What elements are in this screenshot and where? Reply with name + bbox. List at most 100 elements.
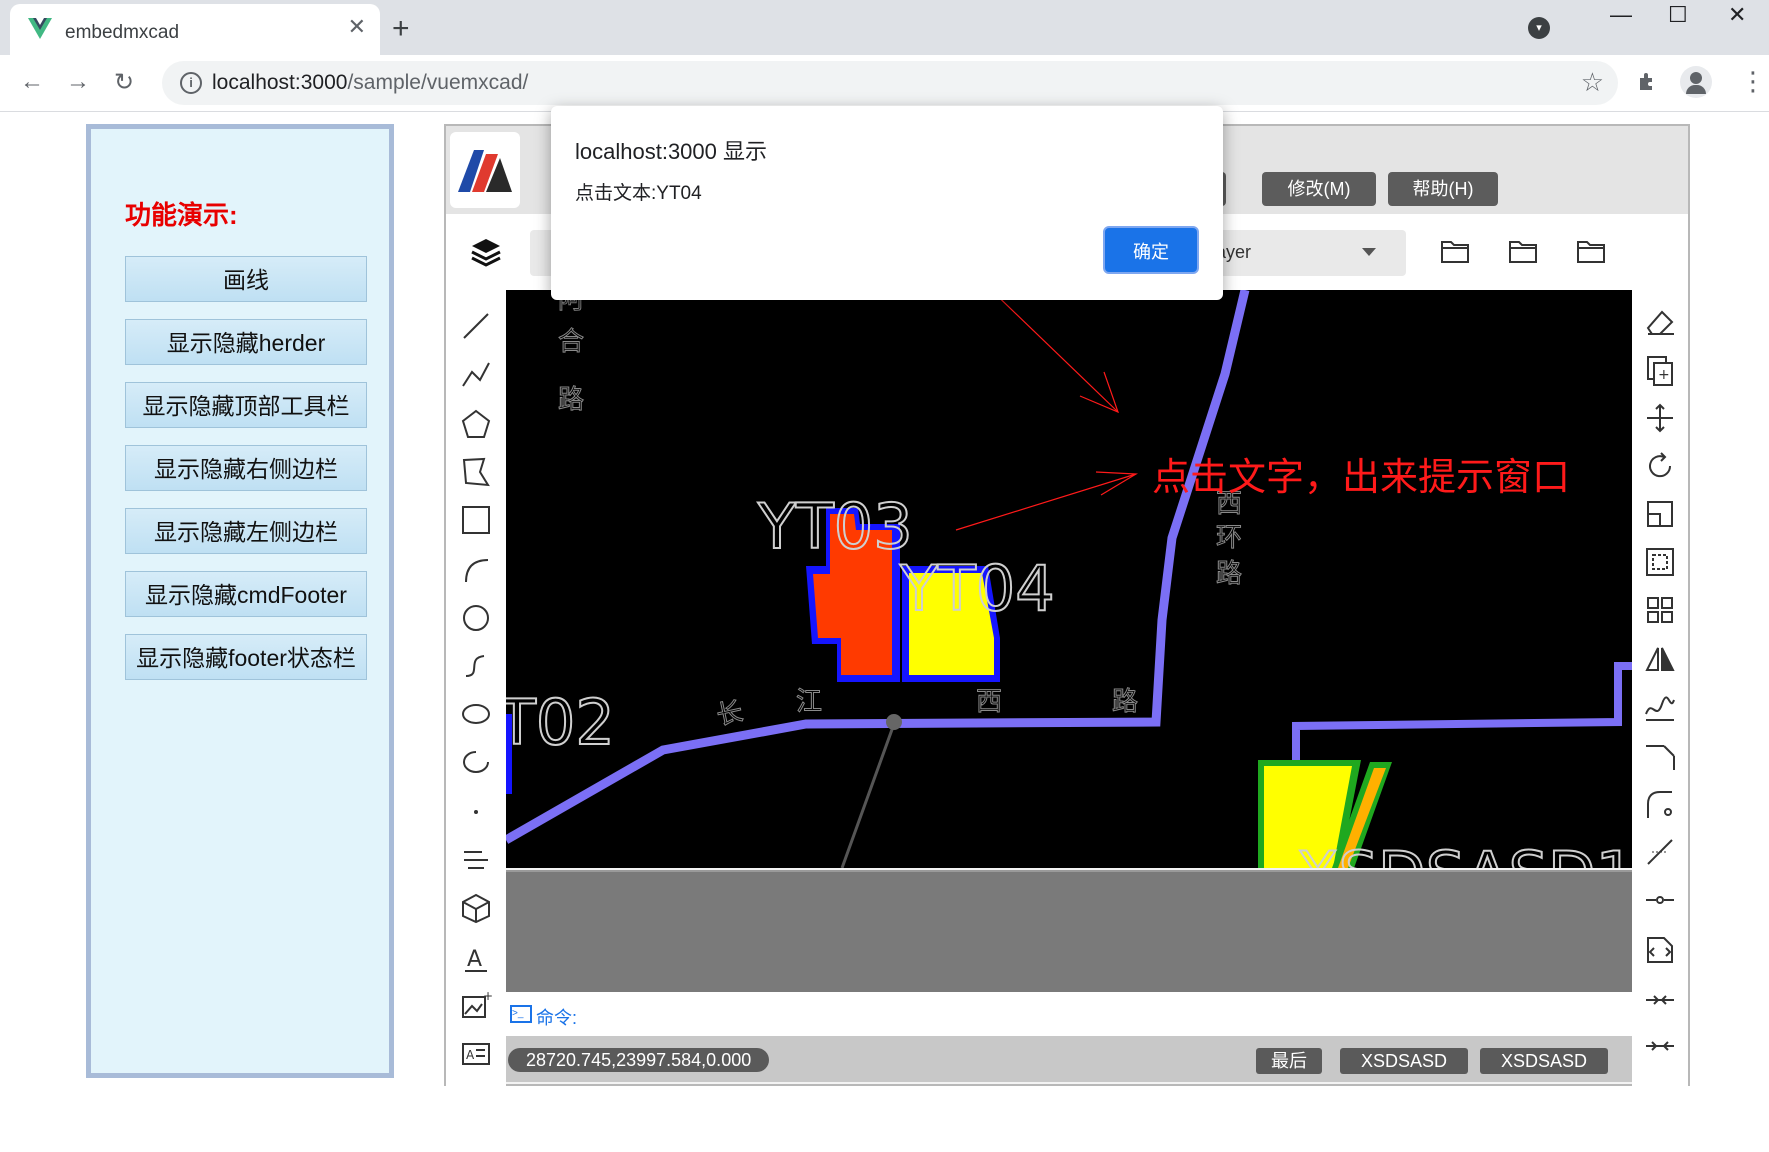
toggle-cmd-footer-button[interactable]: 显示隐藏cmdFooter (125, 571, 367, 617)
mtext-tool-icon[interactable]: A (460, 1038, 492, 1070)
hatch-tool-icon[interactable] (460, 844, 492, 876)
svg-text:A: A (467, 947, 482, 972)
url-host: localhost:3000 (212, 71, 348, 94)
label-xsd[interactable]: XSDSASD1 (1295, 837, 1632, 868)
stretch-tool-icon[interactable] (1644, 1030, 1676, 1062)
label-yt04[interactable]: YT04 (898, 551, 1056, 626)
folder-save-icon[interactable] (1508, 238, 1538, 269)
road-left-char-3: 路 (558, 385, 584, 415)
freeform-tool-icon[interactable] (460, 456, 492, 488)
tab-close-icon[interactable]: ✕ (348, 14, 366, 40)
join-tool-icon[interactable] (1644, 884, 1676, 916)
road-lines (506, 290, 1632, 868)
ellipse-arc-tool-icon[interactable] (460, 746, 492, 778)
browser-tab[interactable]: embedmxcad ✕ (10, 4, 380, 55)
status-button-1[interactable]: XSDSASD (1340, 1048, 1468, 1074)
terminal-icon: >_ (510, 1005, 532, 1023)
annotation-arrows (955, 290, 1139, 531)
select-tool-icon[interactable] (1644, 546, 1676, 578)
move-tool-icon[interactable] (1644, 402, 1676, 434)
svg-text:+: + (483, 990, 492, 1003)
polyline-tool-icon[interactable] (460, 358, 492, 390)
menu-help[interactable]: 帮助(H) (1388, 172, 1498, 206)
browser-menu-icon[interactable]: ⋮ (1740, 66, 1766, 97)
line-tool-icon[interactable] (460, 310, 492, 342)
back-icon[interactable]: ← (20, 68, 44, 96)
toggle-right-sidebar-button[interactable]: 显示隐藏右侧边栏 (125, 445, 367, 491)
folder-export-icon[interactable] (1576, 238, 1606, 269)
window-close-icon[interactable]: ✕ (1728, 2, 1746, 28)
break-tool-icon[interactable] (1644, 836, 1676, 868)
road-left-char-2: 合 (558, 327, 584, 357)
tab-title: embedmxcad (65, 22, 180, 43)
address-bar[interactable]: i localhost:3000/sample/vuemxcad/ ☆ (162, 61, 1618, 105)
forward-icon[interactable]: → (66, 68, 90, 96)
road-right-char-3: 路 (1216, 559, 1242, 589)
toggle-footer-status-button[interactable]: 显示隐藏footer状态栏 (125, 634, 367, 680)
dialog-ok-button[interactable]: 确定 (1103, 226, 1199, 274)
new-tab-button[interactable]: + (392, 12, 410, 46)
right-toolbar: + (1632, 290, 1688, 1086)
svg-text:A: A (466, 1048, 475, 1062)
fillet-tool-icon[interactable] (1644, 788, 1676, 820)
cmd-output-pane (506, 870, 1632, 992)
road-bottom-char-2: 江 (796, 687, 822, 717)
cad-canvas[interactable]: YT03 YT04 T02 XSDSASD1 阿 合 路 西 环 路 长 江 西… (506, 290, 1632, 868)
toggle-header-button[interactable]: 显示隐藏herder (125, 319, 367, 365)
erase-tool-icon[interactable] (1644, 306, 1676, 338)
layers-icon[interactable] (470, 236, 502, 273)
spline-tool-icon[interactable] (460, 650, 492, 682)
text-tool-icon[interactable]: A (460, 942, 492, 974)
rectangle-tool-icon[interactable] (460, 504, 492, 536)
status-button-last[interactable]: 最后 (1256, 1048, 1322, 1074)
rotate-tool-icon[interactable] (1644, 450, 1676, 482)
status-button-2[interactable]: XSDSASD (1480, 1048, 1608, 1074)
ellipse-tool-icon[interactable] (460, 698, 492, 730)
extend-tool-icon[interactable] (1644, 984, 1676, 1016)
image-tool-icon[interactable]: + (460, 989, 493, 1022)
offset-tool-icon[interactable] (1644, 692, 1676, 724)
label-yt03[interactable]: YT03 (756, 489, 914, 564)
toggle-top-toolbar-button[interactable]: 显示隐藏顶部工具栏 (125, 382, 367, 428)
polygon-tool-icon[interactable] (460, 408, 492, 440)
annotation-text: 点击文字，出来提示窗口 (1152, 455, 1570, 499)
command-label: 命令: (536, 1008, 578, 1028)
trim-tool-icon[interactable] (1644, 740, 1676, 772)
mirror-tool-icon[interactable] (1644, 644, 1676, 676)
toggle-left-sidebar-button[interactable]: 显示隐藏左侧边栏 (125, 508, 367, 554)
site-info-icon[interactable]: i (180, 72, 202, 94)
extensions-icon[interactable] (1636, 70, 1660, 100)
road-right-char-2: 环 (1216, 523, 1242, 553)
tab-search-icon[interactable]: ▾ (1528, 17, 1550, 39)
draw-line-button[interactable]: 画线 (125, 256, 367, 302)
svg-text:+: + (1658, 367, 1670, 383)
demo-heading: 功能演示: (125, 200, 238, 230)
road-bottom-char-3: 西 (976, 687, 1002, 717)
folder-open-icon[interactable] (1440, 238, 1470, 269)
arc-tool-icon[interactable] (460, 554, 492, 586)
scale-tool-icon[interactable] (1644, 498, 1676, 530)
bookmark-star-icon[interactable]: ☆ (1581, 67, 1604, 98)
road-bottom-char-4: 路 (1112, 687, 1138, 717)
coordinate-readout: 28720.745,23997.584,0.000 (508, 1048, 770, 1072)
leader-line (840, 723, 896, 868)
reload-icon[interactable]: ↻ (114, 68, 134, 97)
vue-logo-icon (28, 18, 52, 45)
dialog-message: 点击文本:YT04 (575, 183, 702, 204)
command-line[interactable]: >_ 命令: (506, 992, 1632, 1036)
block-tool-icon[interactable] (460, 892, 492, 924)
maximize-icon[interactable]: ☐ (1668, 2, 1688, 28)
array-tool-icon[interactable] (1644, 594, 1676, 626)
left-toolbar: A + A (446, 290, 506, 1086)
circle-tool-icon[interactable] (460, 602, 492, 634)
copy-tool-icon[interactable]: + (1644, 354, 1676, 386)
chevron-down-icon (1362, 248, 1376, 256)
profile-avatar-icon[interactable] (1680, 66, 1712, 98)
mxcad-logo-icon (450, 132, 520, 208)
label-yt02[interactable]: T02 (506, 685, 616, 760)
url-path: /sample/vuemxcad/ (347, 71, 529, 94)
minimize-icon[interactable]: — (1610, 2, 1632, 28)
point-tool-icon[interactable] (460, 796, 492, 828)
menu-modify[interactable]: 修改(M) (1262, 172, 1376, 206)
explode-tool-icon[interactable] (1644, 934, 1676, 966)
